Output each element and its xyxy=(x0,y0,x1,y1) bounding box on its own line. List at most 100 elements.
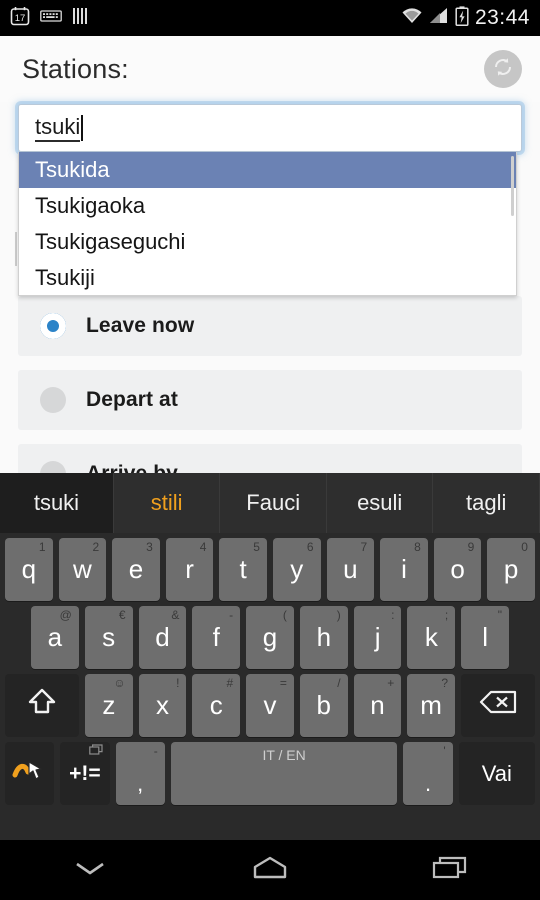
key-a[interactable]: @ a xyxy=(31,606,79,669)
key-label: h xyxy=(316,622,332,652)
key-sup: 4 xyxy=(199,540,207,554)
key-label: t xyxy=(239,554,247,584)
key-n[interactable]: + n xyxy=(353,674,402,737)
symbols-key[interactable]: +!= xyxy=(60,742,110,805)
keyboard-row-2: @ a € s & d -f (g ) h :j ; k " l xyxy=(0,606,540,669)
key-label: b xyxy=(316,690,331,720)
key-label: , xyxy=(137,771,144,796)
window-switch-icon xyxy=(88,744,103,758)
key-label: q xyxy=(21,554,37,584)
phone-screen: 17 23:44 Stations: Leave now Depart at t… xyxy=(0,0,540,900)
hide-keyboard-button[interactable] xyxy=(50,850,130,890)
key-m[interactable]: ? m xyxy=(407,674,455,737)
key-label: d xyxy=(155,622,170,652)
dropdown-scrollbar[interactable] xyxy=(511,156,514,216)
swap-refresh-icon xyxy=(491,55,515,84)
radio-depart-at[interactable] xyxy=(40,387,66,413)
key-d[interactable]: & d xyxy=(138,606,187,669)
key-label: IT / EN xyxy=(262,747,306,763)
key-sup: ) xyxy=(336,608,341,622)
option-row-leave-now[interactable]: Leave now xyxy=(18,296,522,356)
keyboard-row-1: 1q 2w 3e 4r 5t 6y 7u 8i 9o 0p xyxy=(0,538,540,601)
gesture-typing-key[interactable] xyxy=(5,742,55,805)
key-label: z xyxy=(102,690,116,720)
backspace-key[interactable] xyxy=(461,674,535,737)
recent-apps-icon xyxy=(428,854,472,887)
suggestion-3[interactable]: esuli xyxy=(327,473,434,533)
key-g[interactable]: (g xyxy=(246,606,294,669)
key-h[interactable]: ) h xyxy=(299,606,348,669)
key-v[interactable]: = v xyxy=(246,674,294,737)
key-sup: : xyxy=(391,608,395,622)
key-p[interactable]: 0p xyxy=(487,538,535,601)
key-sup: 0 xyxy=(521,540,528,554)
key-label: f xyxy=(212,622,220,652)
key-sup: 8 xyxy=(414,540,421,554)
key-y[interactable]: 6y xyxy=(272,538,321,601)
key-label: s xyxy=(102,622,116,652)
key-i[interactable]: 8i xyxy=(380,538,428,601)
dropdown-item-label: Tsukigaoka xyxy=(35,193,146,218)
calendar-icon: 17 xyxy=(10,6,30,31)
key-z[interactable]: ☺ z xyxy=(84,674,133,737)
key-k[interactable]: ; k xyxy=(407,606,456,669)
swipe-gesture-icon xyxy=(12,755,48,792)
suggestion-4[interactable]: tagli xyxy=(433,473,540,533)
key-sup: @ xyxy=(59,608,72,622)
dropdown-item-3[interactable]: Tsukiji xyxy=(19,260,516,295)
dropdown-item-2[interactable]: Tsukigaseguchi xyxy=(19,224,516,260)
key-r[interactable]: 4r xyxy=(165,538,214,601)
key-e[interactable]: 3e xyxy=(112,538,160,601)
space-key[interactable]: IT / EN xyxy=(170,742,398,805)
key-sup: 6 xyxy=(306,540,314,554)
keyboard-suggestion-bar: tsuki stili Fauci esuli tagli xyxy=(0,473,540,533)
shift-key[interactable] xyxy=(5,674,79,737)
key-label: j xyxy=(374,622,381,652)
key-o[interactable]: 9o xyxy=(433,538,482,601)
app-bar: Stations: xyxy=(0,36,540,102)
status-bar: 17 23:44 xyxy=(0,0,540,36)
key-sup: ! xyxy=(176,676,180,690)
swap-stations-button[interactable] xyxy=(484,50,522,88)
key-b[interactable]: / b xyxy=(299,674,348,737)
wifi-icon xyxy=(401,7,423,30)
autocomplete-dropdown[interactable]: Tsukida Tsukigaoka Tsukigaseguchi Tsukij… xyxy=(18,152,517,296)
suggestion-1[interactable]: stili xyxy=(114,473,221,533)
key-s[interactable]: € s xyxy=(84,606,133,669)
key-w[interactable]: 2w xyxy=(58,538,107,601)
radio-arrive-by[interactable] xyxy=(40,461,66,473)
recent-apps-button[interactable] xyxy=(410,850,490,890)
search-input[interactable]: tsuki xyxy=(18,104,522,152)
option-row-depart-at[interactable]: Depart at xyxy=(18,370,522,430)
comma-key[interactable]: - , xyxy=(115,742,165,805)
radio-leave-now[interactable] xyxy=(40,313,66,339)
cellular-signal-icon xyxy=(429,7,449,30)
key-f[interactable]: -f xyxy=(192,606,241,669)
go-enter-key[interactable]: Vai xyxy=(458,742,536,805)
dropdown-item-0[interactable]: Tsukida xyxy=(19,152,516,188)
key-sup: - xyxy=(229,608,234,622)
station-search-wrapper: tsuki xyxy=(18,104,522,152)
key-c[interactable]: # c xyxy=(192,674,241,737)
key-sup: 3 xyxy=(146,540,153,554)
key-label: +!= xyxy=(69,761,101,785)
dropdown-item-label: Tsukiji xyxy=(35,265,95,290)
dropdown-item-1[interactable]: Tsukigaoka xyxy=(19,188,516,224)
key-j[interactable]: :j xyxy=(353,606,402,669)
option-row-arrive-by[interactable]: Arrive by xyxy=(18,444,522,473)
keyboard-icon xyxy=(40,8,62,29)
key-q[interactable]: 1q xyxy=(5,538,53,601)
key-sup: " xyxy=(497,608,503,622)
key-u[interactable]: 7u xyxy=(326,538,375,601)
key-label: r xyxy=(185,554,194,584)
navigation-bar xyxy=(0,840,540,900)
period-key[interactable]: ' . xyxy=(403,742,453,805)
suggestion-2[interactable]: Fauci xyxy=(220,473,327,533)
key-x[interactable]: ! x xyxy=(138,674,187,737)
suggestion-0[interactable]: tsuki xyxy=(0,473,114,533)
dropdown-left-marker xyxy=(15,232,17,266)
home-button[interactable] xyxy=(230,850,310,890)
key-l[interactable]: " l xyxy=(461,606,510,669)
barcode-icon xyxy=(72,6,90,31)
key-t[interactable]: 5t xyxy=(219,538,267,601)
